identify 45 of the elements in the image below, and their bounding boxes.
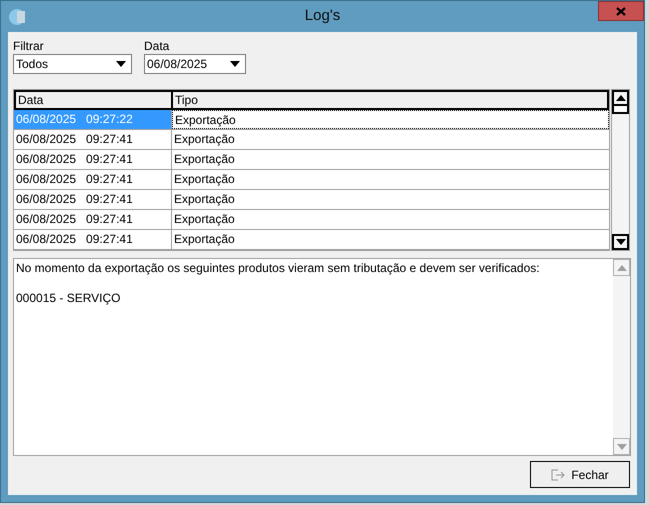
scroll-thumb[interactable] (612, 106, 629, 114)
table-cell-text: Exportação (173, 191, 236, 208)
scroll-up-button[interactable] (612, 90, 629, 106)
down-arrow-icon (616, 239, 626, 245)
table-row[interactable]: 06/08/2025 09:27:41 Exportação (14, 150, 609, 170)
up-arrow-icon (616, 264, 626, 270)
table-row[interactable]: 06/08/2025 09:27:41 Exportação (14, 210, 609, 230)
table-cell-text: Exportação (173, 171, 236, 188)
down-arrow-icon (616, 444, 626, 450)
table-cell-text: Exportação (173, 231, 236, 248)
table-row[interactable]: 06/08/2025 09:27:22 Exportação (14, 110, 609, 130)
window-title: Log's (304, 6, 340, 26)
table-cell: Exportação (172, 110, 609, 129)
dropdown[interactable]: 06/08/2025 (144, 54, 246, 74)
table-row[interactable]: 06/08/2025 09:27:41 Exportação (14, 190, 609, 210)
app-icon (9, 8, 27, 26)
scroll-down-button[interactable] (612, 234, 629, 250)
close-icon (616, 6, 626, 16)
table-cell: 06/08/2025 09:27:41 (14, 130, 172, 149)
close-button[interactable] (598, 1, 644, 21)
dropdown-arrow-icon (230, 61, 240, 67)
details-text: No momento da exportação os seguintes produtos vieram sem tributação e devem ser verificados: (16, 261, 541, 276)
field-label: Filtrar (13, 39, 45, 54)
table-cell: 06/08/2025 09:27:41 (14, 230, 172, 249)
table-cell: 06/08/2025 09:27:41 (14, 210, 172, 229)
column-header[interactable]: Data (16, 92, 173, 108)
table-cell-text: Exportação (173, 151, 236, 168)
field-label: Data (144, 39, 170, 54)
table-cell: 06/08/2025 09:27:41 (14, 150, 172, 169)
table-cell: 06/08/2025 09:27:22 (14, 110, 172, 129)
table-cell-text: Exportação (173, 211, 236, 228)
scrollbar[interactable] (611, 89, 630, 251)
exit-icon (551, 468, 566, 480)
close-dialog-button[interactable]: Fechar (530, 461, 630, 488)
dropdown-arrow-icon (116, 61, 126, 67)
dropdown[interactable]: Todos (13, 54, 132, 74)
table-cell-text: Exportação (173, 131, 236, 148)
product-line: 000015 - SERVIÇO (16, 291, 122, 306)
table-cell: 06/08/2025 09:27:41 (14, 170, 172, 189)
table-row[interactable]: 06/08/2025 09:27:41 Exportação (14, 230, 609, 250)
table-row[interactable]: 06/08/2025 09:27:41 Exportação (14, 170, 609, 190)
up-arrow-icon (616, 95, 626, 101)
column-header[interactable]: Tipo (173, 92, 607, 108)
table-row[interactable]: 06/08/2025 09:27:41 Exportação (14, 130, 609, 150)
table-cell: 06/08/2025 09:27:41 (14, 190, 172, 209)
